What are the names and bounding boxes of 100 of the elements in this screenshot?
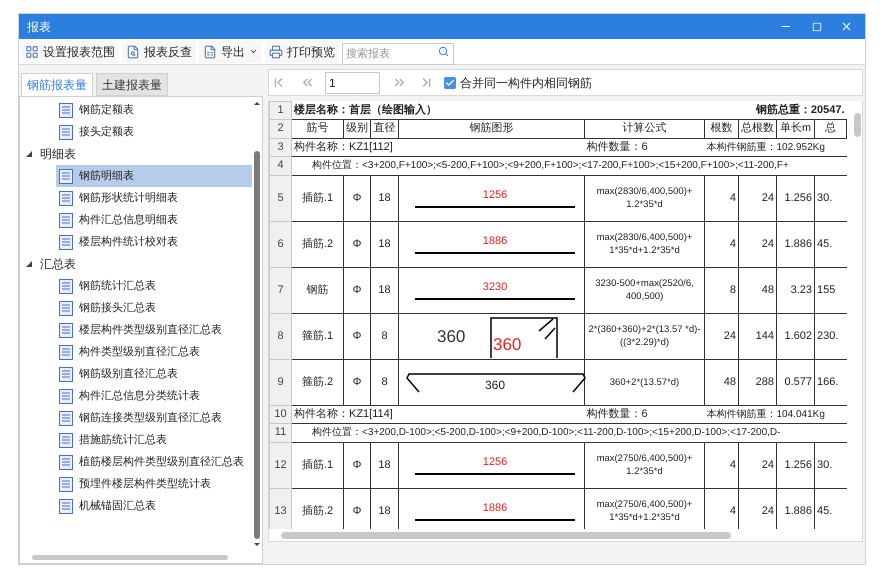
- list-document-icon: [59, 344, 73, 360]
- row-number: 4: [270, 156, 292, 175]
- expand-triangle-icon: [26, 151, 32, 157]
- column-header: 单长m: [776, 119, 814, 138]
- row-number: 7: [270, 267, 292, 313]
- tree-group[interactable]: 汇总表: [20, 253, 252, 275]
- table-cell: 1.602: [776, 313, 814, 359]
- search-field[interactable]: 搜索报表: [342, 42, 454, 64]
- list-document-icon: [59, 124, 73, 140]
- list-document-icon: [59, 410, 73, 426]
- toolbar-button[interactable]: 设置报表范围: [21, 40, 119, 62]
- tab[interactable]: 土建报表量: [96, 73, 168, 96]
- tree-item[interactable]: 钢筋级别直径汇总表: [56, 363, 252, 385]
- maximize-icon[interactable]: [812, 22, 822, 32]
- tab[interactable]: 钢筋报表量: [21, 73, 93, 96]
- table-cell: 48: [704, 359, 738, 405]
- length-label: 1886: [482, 235, 508, 247]
- table-cell: 18: [370, 267, 398, 313]
- list-document-icon: [59, 300, 73, 316]
- component-name: 构件名称：KZ1[114]: [294, 408, 393, 420]
- tree-item[interactable]: 钢筋统计汇总表: [56, 275, 252, 297]
- toolbar-button[interactable]: 打印预览: [265, 40, 339, 62]
- tree-item[interactable]: 钢筋定额表: [56, 99, 252, 121]
- row-number: 2: [270, 119, 292, 138]
- floor-name: 楼层名称：首层（绘图输入）: [294, 104, 437, 116]
- column-header: 直径: [370, 119, 398, 138]
- window-title: 报表: [27, 18, 52, 36]
- table-cell: 4: [704, 442, 738, 488]
- horizontal-scrollbar[interactable]: [281, 532, 731, 538]
- table-cell: 1.256: [776, 442, 814, 488]
- formula-cell: 360+2*(13.57*d): [584, 359, 704, 405]
- toolbar-button[interactable]: 导出: [199, 40, 262, 62]
- table-cell: 24: [738, 175, 776, 221]
- list-document-icon: [59, 168, 73, 184]
- list-document-icon: [59, 212, 73, 228]
- length-label: 360: [437, 327, 466, 346]
- row-number: 12: [270, 442, 292, 488]
- table-cell: 24: [738, 221, 776, 267]
- toolbar-button[interactable]: 报表反查: [122, 40, 196, 62]
- tree-item[interactable]: 构件汇总信息分类统计表: [56, 385, 252, 407]
- list-document-icon: [59, 454, 73, 470]
- tree-item[interactable]: 构件类型级别直径汇总表: [56, 341, 252, 363]
- table-cell: 钢筋: [292, 267, 344, 313]
- tree-item[interactable]: 楼层构件统计校对表: [56, 231, 252, 253]
- tree-item[interactable]: 楼层构件类型级别直径汇总表: [56, 319, 252, 341]
- table-cell: 0.577: [776, 359, 814, 405]
- table-cell: 插筋.1: [292, 175, 344, 221]
- tree-item[interactable]: 机械锚固汇总表: [56, 495, 252, 517]
- column-header: 根数: [704, 119, 738, 138]
- expand-triangle-icon: [26, 261, 32, 267]
- page-field[interactable]: 1: [325, 72, 380, 94]
- table-cell: Φ: [344, 359, 370, 405]
- table-cell: 插筋.1: [292, 442, 344, 488]
- tree-item[interactable]: 钢筋连接类型级别直径汇总表: [56, 407, 252, 429]
- tree-item[interactable]: 接头定额表: [56, 121, 252, 143]
- length-label: 1256: [482, 456, 508, 468]
- tree-item[interactable]: 预埋件楼层构件类型统计表: [56, 473, 252, 495]
- table-cell: Φ: [344, 267, 370, 313]
- table-cell: 8: [370, 359, 398, 405]
- table-cell: 24: [738, 442, 776, 488]
- table-cell: Φ: [344, 175, 370, 221]
- vertical-scrollbar[interactable]: [854, 113, 860, 137]
- component-weight: 本构件钢筋重：102.952Kg: [706, 142, 825, 152]
- total-weight: 钢筋总重：20547.: [756, 104, 845, 116]
- column-header: 总根数: [738, 119, 776, 138]
- checkbox[interactable]: [444, 76, 456, 88]
- row-number: 6: [270, 221, 292, 267]
- checkbox-label: 合并同一构件内相同钢筋: [460, 74, 592, 92]
- length-label: 1886: [482, 502, 508, 514]
- table-cell: 288: [738, 359, 776, 405]
- list-document-icon: [59, 366, 73, 382]
- list-document-icon: [59, 432, 73, 448]
- list-document-icon: [59, 388, 73, 404]
- table-cell: 18: [370, 442, 398, 488]
- tree-item[interactable]: 植筋楼层构件类型级别直径汇总表: [56, 451, 252, 473]
- length-label: 3230: [482, 281, 508, 293]
- tree-item[interactable]: 钢筋接头汇总表: [56, 297, 252, 319]
- formula-cell: max(2750/6,400,500)+ 1.2*35*d: [584, 442, 704, 488]
- tree-item[interactable]: 措施筋统计汇总表: [56, 429, 252, 451]
- tree-item[interactable]: 构件汇总信息明细表: [56, 209, 252, 231]
- table-cell: 3.23: [776, 267, 814, 313]
- table-cell: Φ: [344, 313, 370, 359]
- close-icon[interactable]: [840, 20, 853, 33]
- tree-item[interactable]: 钢筋明细表: [56, 165, 252, 187]
- list-document-icon: [59, 476, 73, 492]
- tree-group[interactable]: 明细表: [20, 143, 252, 165]
- row-number: 8: [270, 313, 292, 359]
- tree-item[interactable]: 钢筋形状统计明细表: [56, 187, 252, 209]
- table-cell: 4: [704, 221, 738, 267]
- column-header: 钢筋图形: [398, 119, 584, 138]
- component-count: 构件数量：6: [586, 140, 648, 153]
- list-document-icon: [59, 278, 73, 294]
- table-cell: 48: [738, 267, 776, 313]
- horizontal-scrollbar[interactable]: [32, 554, 228, 560]
- component-position: 构件位置：<3+200,F+100>;<5-200,F+100>;<9+200,F+100>;<17-200,F+100>;<15+200,F+100>;<11-200,F+: [312, 160, 789, 171]
- table-cell: 插筋.2: [292, 221, 344, 267]
- component-position: 构件位置：<3+200,D-100>;<5-200,D-100>;<9+200,D-100>;<11-200,D-100>;<15+200,D-100>;<17-200,D-: [312, 427, 780, 438]
- list-document-icon: [59, 234, 73, 250]
- row-number: 9: [270, 359, 292, 405]
- table-cell: 18: [370, 175, 398, 221]
